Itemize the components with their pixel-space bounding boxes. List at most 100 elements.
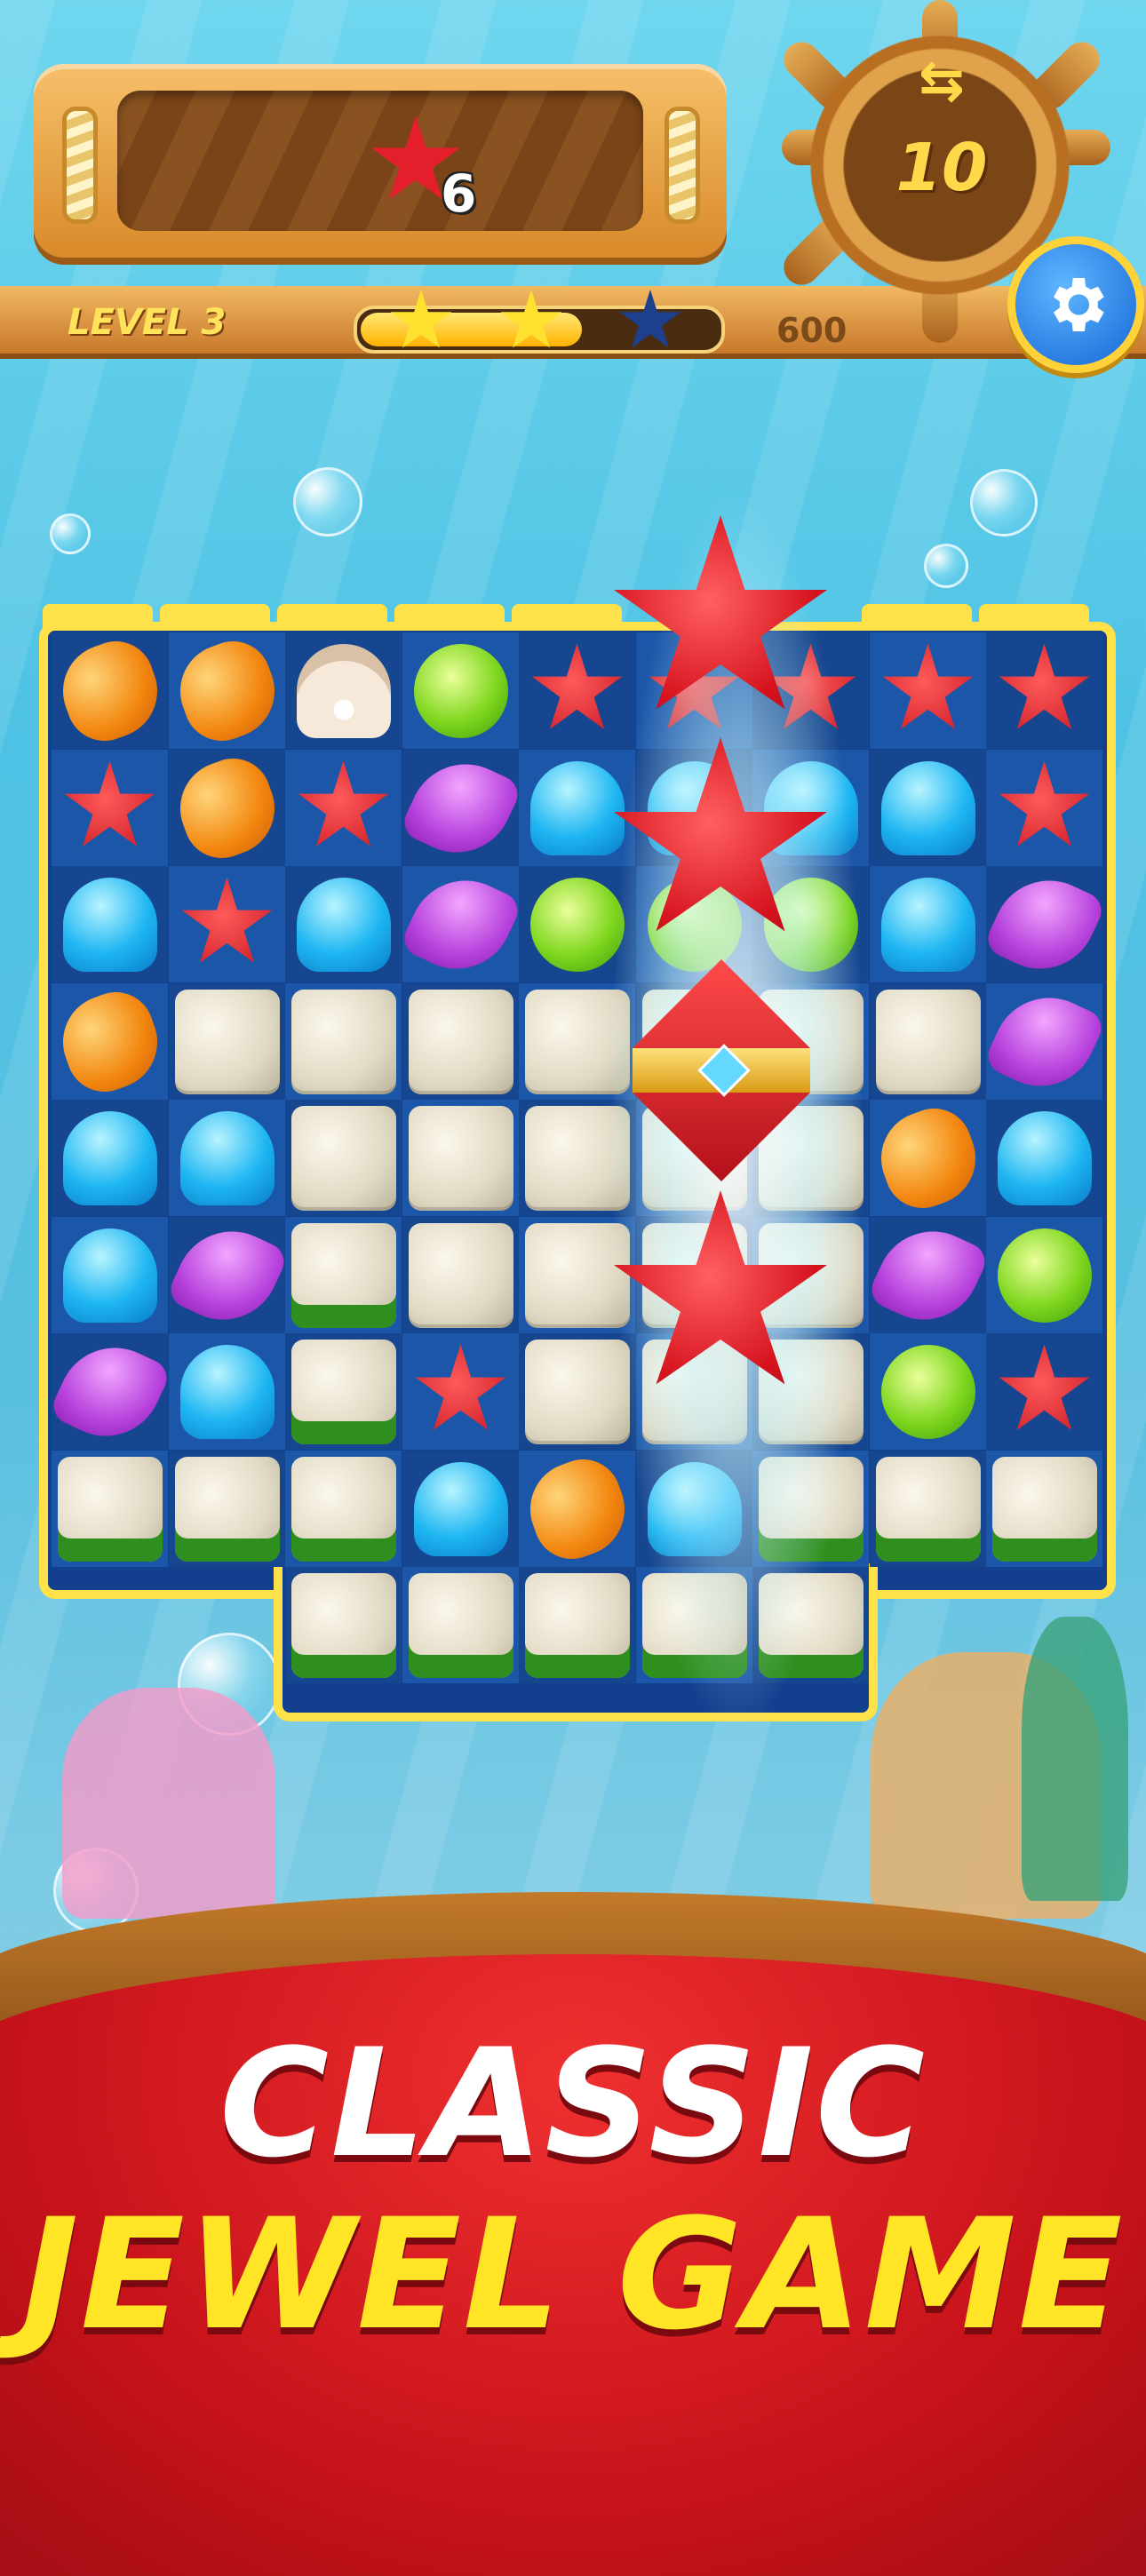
board-cell[interactable] (166, 747, 288, 869)
rock-block (408, 989, 513, 1094)
board-cell[interactable] (986, 750, 1102, 866)
star-jewel (882, 643, 974, 729)
board-cell[interactable] (49, 630, 171, 751)
board-cell[interactable] (402, 632, 519, 749)
bubble (293, 467, 362, 537)
board-cell[interactable] (166, 630, 288, 751)
star-jewel (531, 643, 623, 729)
board-cell[interactable] (398, 745, 523, 871)
jelly-jewel (997, 1110, 1092, 1205)
goal-panel: 6 (34, 64, 727, 258)
board-cell[interactable] (49, 981, 171, 1102)
bubble (924, 544, 968, 588)
rock-block (875, 989, 981, 1094)
goal-count: 6 (441, 163, 477, 224)
board-cell[interactable] (986, 1333, 1102, 1450)
board-cell[interactable] (164, 1212, 290, 1338)
mossy-rock-block (290, 1339, 396, 1444)
board-cell[interactable] (867, 1097, 989, 1219)
orange-jewel (867, 1097, 989, 1219)
settings-button[interactable] (1007, 236, 1144, 373)
board-cell[interactable] (285, 1567, 402, 1683)
board-cell[interactable] (870, 1333, 986, 1450)
board-cell[interactable] (870, 632, 986, 749)
headline-line-2: JEWEL GAME (21, 2185, 1125, 2364)
board-cell[interactable] (285, 866, 402, 982)
jelly-jewel (529, 760, 625, 855)
board-cell[interactable] (285, 1451, 402, 1567)
green-jewel (880, 1344, 975, 1439)
bubble (970, 469, 1038, 537)
star-jewel (999, 760, 1090, 847)
jelly-jewel (296, 877, 391, 972)
shell-jewel (865, 1212, 991, 1338)
coral-decoration (62, 1688, 275, 1919)
board-cell[interactable] (169, 1451, 285, 1567)
goal-panel-inner (117, 91, 643, 231)
board-cell[interactable] (285, 983, 402, 1100)
rock-block (290, 989, 396, 1094)
board-cell[interactable] (52, 866, 168, 982)
board-cell[interactable] (982, 862, 1107, 987)
rock-block (408, 1222, 513, 1328)
board-cell[interactable] (402, 983, 519, 1100)
mossy-rock-block (290, 1572, 396, 1678)
board-cell[interactable] (52, 1217, 168, 1333)
rope-decoration (665, 107, 700, 224)
shell-jewel (398, 745, 523, 871)
board-cell[interactable] (398, 862, 523, 987)
board-cell[interactable] (402, 1567, 519, 1683)
board-cell[interactable] (52, 750, 168, 866)
board-cell[interactable] (402, 1333, 519, 1450)
board-cell[interactable] (285, 750, 402, 866)
board-cell[interactable] (285, 632, 402, 749)
green-jewel (529, 877, 625, 972)
board-cell[interactable] (986, 1451, 1102, 1567)
board-cell[interactable] (47, 1329, 172, 1454)
board-cell[interactable] (169, 866, 285, 982)
board-cell[interactable] (402, 1217, 519, 1333)
shell-jewel (982, 979, 1107, 1104)
mossy-rock-block (875, 1456, 981, 1562)
board-cell[interactable] (285, 1217, 402, 1333)
board-cell[interactable] (870, 1451, 986, 1567)
board-cell[interactable] (52, 1451, 168, 1567)
board-cell[interactable] (870, 866, 986, 982)
board-cell[interactable] (986, 1217, 1102, 1333)
coral-decoration (1022, 1617, 1128, 1901)
gear-icon (1054, 278, 1104, 331)
jelly-jewel (179, 1110, 275, 1205)
jelly-jewel (880, 877, 975, 972)
rock-block (174, 989, 280, 1094)
board-cell[interactable] (986, 1100, 1102, 1216)
jelly-jewel (880, 760, 975, 855)
swap-arrows-icon: ⇆ (919, 48, 965, 113)
board-cell[interactable] (402, 1100, 519, 1216)
rock-block (408, 1105, 513, 1211)
board-cell[interactable] (986, 632, 1102, 749)
rock-block (290, 1105, 396, 1211)
orange-jewel (166, 630, 288, 751)
level-label: LEVEL 3 (68, 302, 227, 343)
board-cell[interactable] (285, 1333, 402, 1450)
orange-jewel (49, 981, 171, 1102)
board-cell[interactable] (169, 1333, 285, 1450)
green-jewel (413, 643, 508, 738)
board-cell[interactable] (982, 979, 1107, 1104)
board-cell[interactable] (169, 983, 285, 1100)
board-cell[interactable] (285, 1100, 402, 1216)
jelly-jewel (62, 877, 157, 972)
board-cell[interactable] (402, 1451, 519, 1567)
board-cell[interactable] (865, 1212, 991, 1338)
star-jewel (999, 1344, 1090, 1430)
board-cell[interactable] (870, 983, 986, 1100)
board-cell[interactable] (169, 1100, 285, 1216)
jelly-jewel (179, 1344, 275, 1439)
rope-decoration (62, 107, 98, 224)
bubble (50, 513, 91, 554)
board-cell[interactable] (870, 750, 986, 866)
mossy-rock-block (290, 1456, 396, 1562)
jelly-jewel (413, 1461, 508, 1556)
jelly-jewel (62, 1110, 157, 1205)
board-cell[interactable] (52, 1100, 168, 1216)
